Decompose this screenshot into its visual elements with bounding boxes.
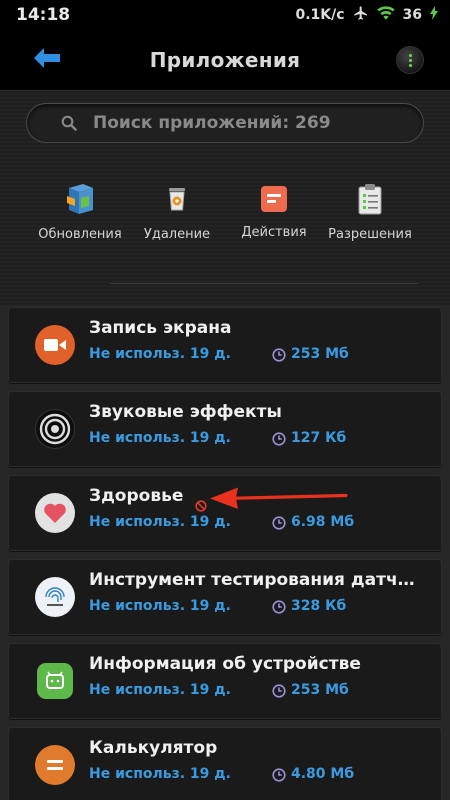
app-name: Звуковые эффекты xyxy=(89,402,282,422)
network-speed: 0.1K/c xyxy=(295,7,345,23)
app-name: Здоровье xyxy=(89,486,184,506)
uninstall-label: Удаление xyxy=(143,227,211,242)
app-size: 253 Мб xyxy=(291,682,349,698)
fingerprint-icon xyxy=(35,577,75,617)
clock-icon xyxy=(272,515,286,534)
clipboard-icon xyxy=(352,181,388,217)
app-header: Приложения xyxy=(0,30,450,90)
health-heart-icon xyxy=(35,493,75,533)
more-options-button[interactable] xyxy=(396,46,424,74)
clock-icon xyxy=(272,347,286,366)
updates-button[interactable]: Обновления xyxy=(30,181,130,242)
search-icon xyxy=(61,115,77,135)
clock-icon xyxy=(272,767,286,786)
app-size: 6.98 Мб xyxy=(291,514,355,530)
updates-label: Обновления xyxy=(38,227,122,242)
app-usage: Не использ. 19 д. xyxy=(89,346,231,362)
trash-can-icon xyxy=(159,181,195,217)
airplane-icon xyxy=(353,5,369,25)
action-shortcuts: Обновления Удаление Действия Разрешения xyxy=(0,181,450,251)
back-button[interactable] xyxy=(30,46,64,74)
android-icon xyxy=(37,663,73,699)
app-name: Запись экрана xyxy=(89,318,232,338)
actions-list-icon xyxy=(256,181,292,217)
battery-level: 36 xyxy=(402,7,422,23)
list-item[interactable]: Калькулятор Не использ. 19 д. 4.80 Мб xyxy=(8,727,442,800)
list-item[interactable]: Звуковые эффекты Не использ. 19 д. 127 К… xyxy=(8,391,442,467)
permissions-label: Разрешения xyxy=(328,227,412,242)
uninstall-button[interactable]: Удаление xyxy=(127,181,227,242)
app-size: 4.80 Мб xyxy=(291,766,355,782)
app-size: 127 Кб xyxy=(291,430,347,446)
divider xyxy=(110,283,418,284)
tools-panel: Поиск приложений: 269 Обновления Удалени… xyxy=(0,90,450,305)
app-usage: Не использ. 19 д. xyxy=(89,682,231,698)
list-item[interactable]: Информация об устройстве Не использ. 19 … xyxy=(8,643,442,719)
clock-icon xyxy=(272,599,286,618)
list-item[interactable]: Инструмент тестирования датч… Не использ… xyxy=(8,559,442,635)
calculator-icon xyxy=(35,745,75,785)
app-size: 328 Кб xyxy=(291,598,347,614)
app-usage: Не использ. 19 д. xyxy=(89,766,231,782)
app-list[interactable]: Запись экрана Не использ. 19 д. 253 Мб З… xyxy=(0,305,450,800)
status-time: 14:18 xyxy=(16,5,71,25)
sound-effects-icon xyxy=(35,409,75,449)
screen-record-icon xyxy=(35,325,75,365)
search-input[interactable]: Поиск приложений: 269 xyxy=(26,103,424,143)
app-name: Информация об устройстве xyxy=(89,654,361,674)
app-usage: Не использ. 19 д. xyxy=(89,514,231,530)
app-name: Калькулятор xyxy=(89,738,218,758)
permissions-button[interactable]: Разрешения xyxy=(320,181,420,242)
page-title: Приложения xyxy=(149,48,301,72)
search-placeholder: Поиск приложений: 269 xyxy=(93,113,331,133)
app-name: Инструмент тестирования датч… xyxy=(89,570,415,590)
more-vert-icon xyxy=(408,53,412,57)
wifi-icon xyxy=(376,6,395,24)
actions-label: Действия xyxy=(241,225,307,240)
app-usage: Не использ. 19 д. xyxy=(89,430,231,446)
charging-icon xyxy=(430,6,438,24)
update-box-icon xyxy=(62,181,98,217)
arrow-left-icon xyxy=(34,48,60,72)
clock-icon xyxy=(272,431,286,450)
actions-button[interactable]: Действия xyxy=(224,181,324,240)
list-item[interactable]: Запись экрана Не использ. 19 д. 253 Мб xyxy=(8,307,442,383)
status-bar: 14:18 0.1K/c 36 xyxy=(0,0,450,30)
app-size: 253 Мб xyxy=(291,346,349,362)
app-usage: Не использ. 19 д. xyxy=(89,598,231,614)
annotation-arrow-icon xyxy=(208,484,348,516)
clock-icon xyxy=(272,683,286,702)
status-indicators: 0.1K/c 36 xyxy=(295,5,438,25)
